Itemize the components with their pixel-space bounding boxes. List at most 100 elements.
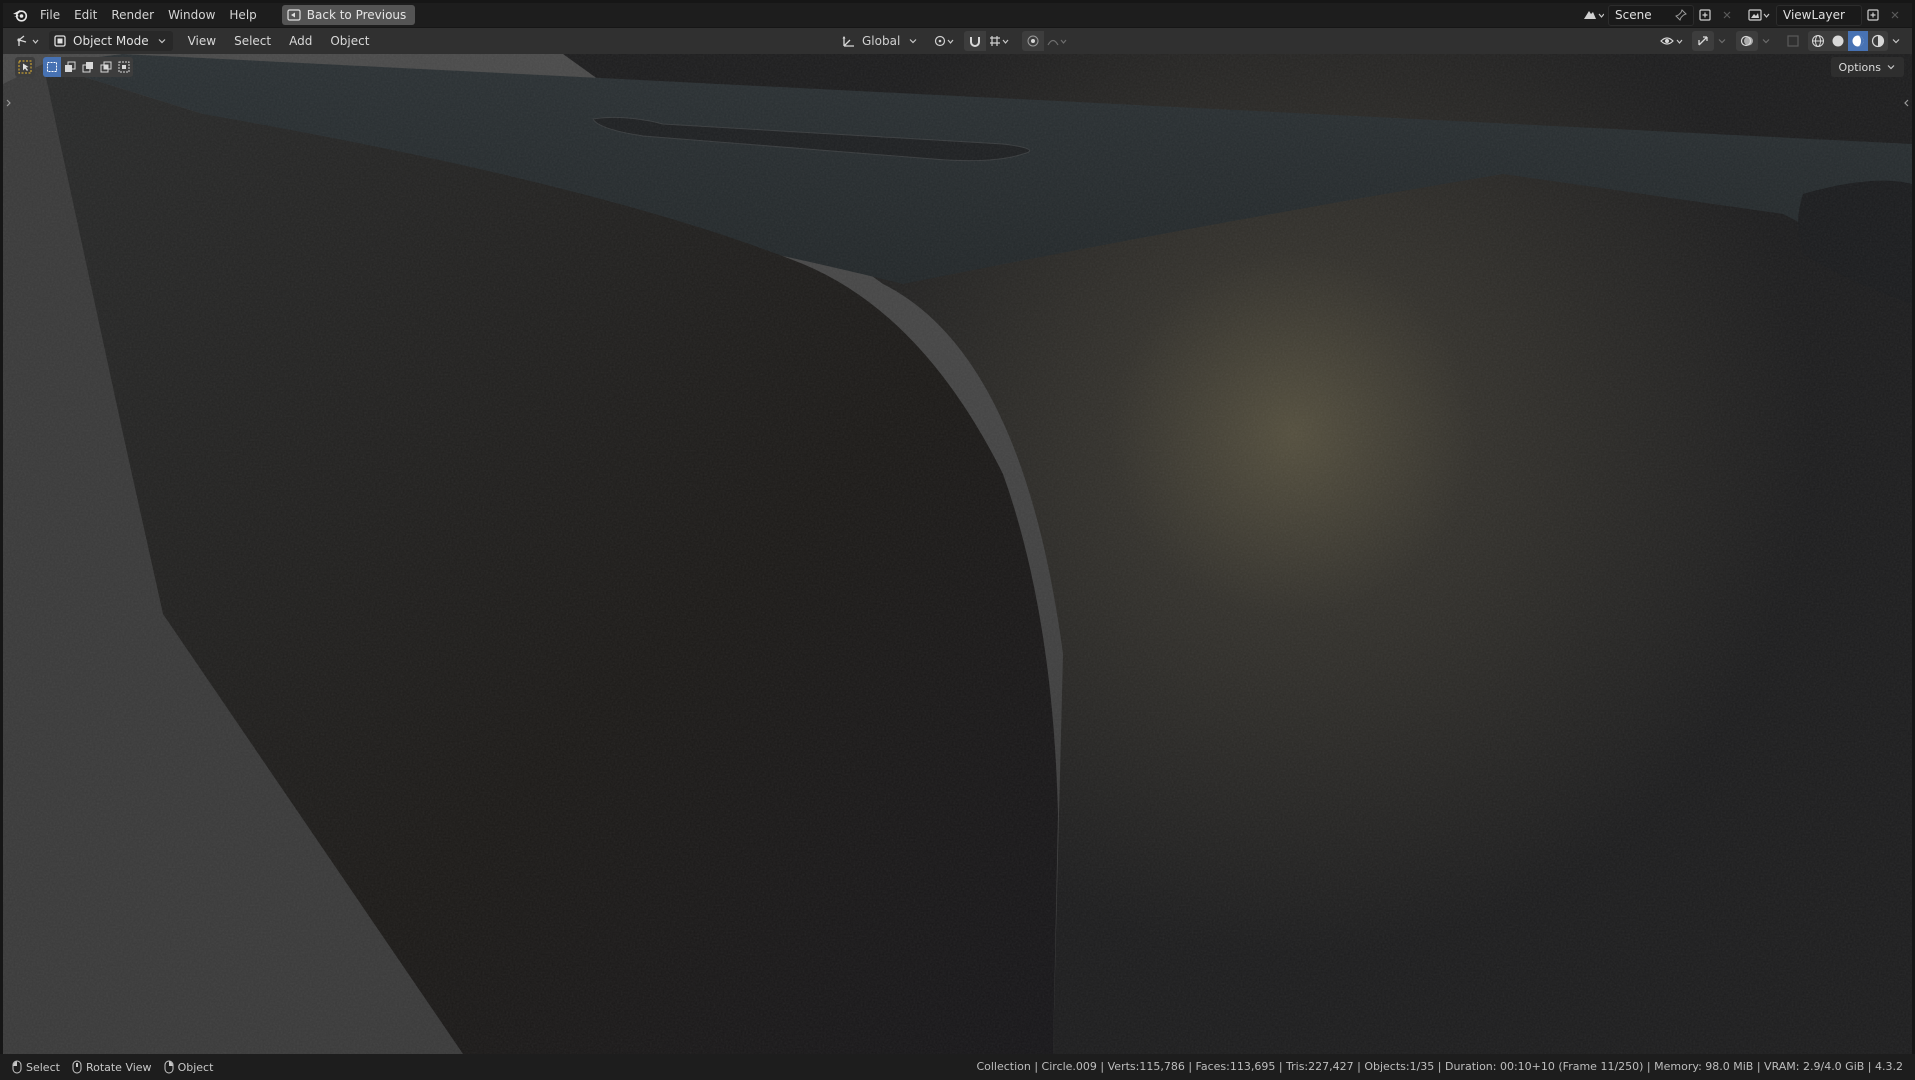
sidebar-expand-arrow-icon[interactable] [1902, 98, 1910, 108]
viewport-render[interactable] [3, 54, 1912, 1054]
close-icon [1723, 11, 1731, 19]
scene-selector[interactable] [1578, 5, 1608, 25]
snap-toggle[interactable] [964, 31, 987, 51]
viewport-menu-select[interactable]: Select [225, 34, 280, 48]
shading-solid-button[interactable] [1828, 31, 1848, 51]
blender-logo-icon[interactable] [7, 3, 33, 27]
top-menu-bar: File Edit Render Window Help Back to Pre… [3, 3, 1912, 27]
proportional-editing-toggle[interactable] [1022, 31, 1045, 51]
chevron-down-icon [1718, 39, 1726, 44]
orientation-icon [842, 36, 854, 47]
wireframe-icon [1812, 35, 1824, 47]
pin-icon[interactable] [1675, 9, 1687, 21]
status-hint-select: Select [12, 1060, 60, 1074]
transform-orientation-dropdown[interactable]: Global [835, 31, 925, 51]
proportional-falloff-dropdown[interactable] [1044, 31, 1073, 51]
select-invert-icon [100, 61, 112, 73]
chevron-down-icon [158, 39, 166, 44]
scene-statistics: Collection | Circle.009 | Verts:115,786 … [976, 1060, 1903, 1073]
chevron-down-icon [1892, 39, 1900, 44]
xray-toggle[interactable] [1782, 31, 1804, 51]
scene-icon [1584, 11, 1604, 19]
status-hint-object: Object [164, 1060, 214, 1074]
status-hint-select-label: Select [26, 1060, 60, 1074]
scene-name: Scene [1615, 8, 1652, 22]
snap-target-dropdown[interactable] [986, 31, 1015, 51]
blender-window: File Edit Render Window Help Back to Pre… [0, 0, 1915, 1080]
shading-rendered-button[interactable] [1868, 31, 1888, 51]
object-mode-dropdown[interactable]: Object Mode [49, 31, 173, 51]
new-viewlayer-icon [1867, 9, 1879, 21]
status-hint-object-label: Object [177, 1060, 214, 1074]
pivot-icon [935, 35, 954, 47]
viewlayer-icon [1748, 9, 1770, 21]
delete-scene-button[interactable] [1716, 5, 1738, 25]
solid-icon [1832, 35, 1844, 47]
menu-help[interactable]: Help [222, 3, 263, 27]
mouse-right-icon [164, 1060, 174, 1074]
close-icon [1891, 11, 1899, 19]
object-mode-label: Object Mode [73, 34, 149, 48]
options-label: Options [1838, 60, 1881, 74]
viewport-menu-add[interactable]: Add [280, 34, 321, 48]
back-icon [287, 9, 301, 21]
pivot-point-dropdown[interactable] [930, 31, 961, 51]
select-tool-button[interactable] [15, 57, 35, 77]
shading-wireframe-button[interactable] [1808, 31, 1828, 51]
shading-dropdown[interactable] [1888, 31, 1904, 51]
select-mode-subtract-button[interactable] [79, 57, 97, 77]
overlay-icon [1740, 35, 1753, 47]
viewport-menu-object[interactable]: Object [321, 34, 378, 48]
editor-type-icon [17, 35, 39, 46]
xray-icon [1787, 35, 1799, 47]
transform-tools: Global [835, 31, 1073, 51]
viewlayer-name-field[interactable]: ViewLayer [1776, 4, 1862, 26]
shading-material-preview-button[interactable] [1848, 31, 1868, 51]
topbar-right: Scene ViewLayer [1578, 3, 1906, 27]
new-scene-button[interactable] [1694, 5, 1716, 25]
select-mode-extend-button[interactable] [61, 57, 79, 77]
viewport-options-button[interactable]: Options [1830, 57, 1904, 77]
scene-name-field[interactable]: Scene [1608, 4, 1694, 26]
visibility-dropdown[interactable] [1658, 31, 1688, 51]
select-mode-invert-button[interactable] [97, 57, 115, 77]
select-mode-new-button[interactable] [43, 57, 61, 77]
3d-viewport[interactable]: Options [3, 54, 1912, 1054]
object-mode-icon [54, 35, 66, 47]
viewlayer-selector[interactable] [1744, 5, 1776, 25]
back-to-previous-button[interactable]: Back to Previous [281, 5, 416, 25]
falloff-icon [1047, 39, 1067, 46]
new-scene-icon [1699, 9, 1711, 21]
chevron-down-icon [909, 39, 917, 44]
editor-type-selector[interactable] [13, 31, 43, 51]
gizmo-toggle[interactable] [1692, 31, 1714, 51]
status-hint-rotate-label: Rotate View [85, 1060, 152, 1074]
gizmo-dropdown[interactable] [1714, 31, 1730, 51]
select-tool-icon [18, 60, 32, 74]
new-viewlayer-button[interactable] [1862, 5, 1884, 25]
menu-render[interactable]: Render [104, 3, 161, 27]
select-intersect-icon [118, 61, 130, 73]
delete-viewlayer-button[interactable] [1884, 5, 1906, 25]
overlay-dropdown[interactable] [1758, 31, 1774, 51]
material-preview-icon [1852, 35, 1864, 47]
proportional-icon [1027, 35, 1039, 47]
viewport-display-tools [1658, 31, 1904, 51]
snap-icon [990, 36, 1009, 46]
toolbar-expand-arrow-icon[interactable] [5, 98, 13, 108]
overlay-toggle[interactable] [1736, 31, 1758, 51]
menu-window[interactable]: Window [161, 3, 222, 27]
select-extend-icon [65, 61, 76, 72]
viewport-tool-row [15, 57, 133, 77]
menu-edit[interactable]: Edit [67, 3, 104, 27]
status-bar: Select Rotate View Object Collection | C… [0, 1054, 1915, 1080]
gizmo-icon [1698, 36, 1708, 46]
rendered-icon [1871, 34, 1885, 48]
back-to-previous-label: Back to Previous [306, 8, 407, 22]
mouse-middle-icon [72, 1060, 82, 1074]
menu-file[interactable]: File [33, 3, 67, 27]
viewport-header: Object Mode View Select Add Object Globa… [3, 28, 1912, 54]
select-mode-intersect-button[interactable] [115, 57, 133, 77]
viewport-menu-view[interactable]: View [179, 34, 225, 48]
chevron-down-icon [1887, 65, 1895, 70]
